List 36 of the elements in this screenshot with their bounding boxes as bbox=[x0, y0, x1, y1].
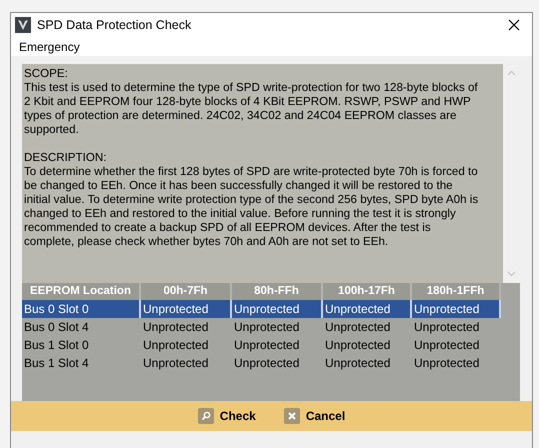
scroll-down-icon[interactable] bbox=[507, 271, 516, 277]
app-icon bbox=[15, 17, 31, 33]
search-icon bbox=[198, 408, 214, 424]
table-cell: Bus 0 Slot 4 bbox=[22, 318, 140, 336]
table-cell: Bus 1 Slot 0 bbox=[22, 336, 140, 354]
column-header[interactable]: 00h-7Fh bbox=[140, 283, 231, 300]
column-header[interactable]: EEPROM Location bbox=[22, 283, 140, 300]
table-cell: Unprotected bbox=[231, 336, 322, 354]
table-cell: Unprotected bbox=[322, 354, 411, 372]
table-cell: Unprotected bbox=[140, 336, 231, 354]
table-cell: Unprotected bbox=[231, 354, 322, 372]
close-icon bbox=[284, 408, 300, 424]
table-cell: Bus 1 Slot 4 bbox=[22, 354, 140, 372]
table-cell: Unprotected bbox=[140, 300, 231, 318]
table-cell: Unprotected bbox=[140, 354, 231, 372]
column-header[interactable]: 180h-1FFh bbox=[411, 283, 500, 300]
column-header[interactable]: 80h-FFh bbox=[231, 283, 322, 300]
table-cell: Unprotected bbox=[411, 336, 500, 354]
scroll-up-icon[interactable] bbox=[507, 70, 516, 76]
table-cell: Bus 0 Slot 0 bbox=[22, 300, 140, 318]
table-cell: Unprotected bbox=[231, 318, 322, 336]
table-cell: Unprotected bbox=[411, 354, 500, 372]
cancel-button[interactable]: Cancel bbox=[282, 406, 348, 426]
menu-item[interactable]: Emergency bbox=[19, 38, 80, 56]
table-cell: Unprotected bbox=[322, 336, 411, 354]
table-cell: Unprotected bbox=[411, 318, 500, 336]
table-cell: Unprotected bbox=[322, 318, 411, 336]
table-cell: Unprotected bbox=[140, 318, 231, 336]
table-cell: Unprotected bbox=[231, 300, 322, 318]
window-title: SPD Data Protection Check bbox=[37, 16, 192, 34]
column-header[interactable]: 100h-17Fh bbox=[322, 283, 411, 300]
table-cell: Unprotected bbox=[322, 300, 411, 318]
description-text-area[interactable]: SCOPE: This test is used to determine the type of SPD write-protection for two 128-byte blocks of 2 Kbit and EEPROM four 128-byte blocks of 4 KBit EEPROM. RSWP, PSWP and HWP types of protection are determined. 24C02, 34C02 and 24C04 EEPROM classes are supported. DESCRIPTION: To determine whether the first 128 bytes of SPD are write-protected byte 70h is forced to be changed to EEh. Once it has been successfully changed it will be restored to the initial value. To determine write protection type of the second 256 bytes, SPD byte A0h is changed to EEh and restored to the initial value. Before running the test it is strongly recommended to create a backup SPD of all EEPROM devices. After the test is complete, please check whether bytes 70h and A0h are not set to EEh. bbox=[22, 64, 503, 283]
close-icon bbox=[508, 19, 520, 31]
table-cell: Unprotected bbox=[411, 300, 500, 318]
check-button[interactable]: Check bbox=[196, 406, 258, 426]
